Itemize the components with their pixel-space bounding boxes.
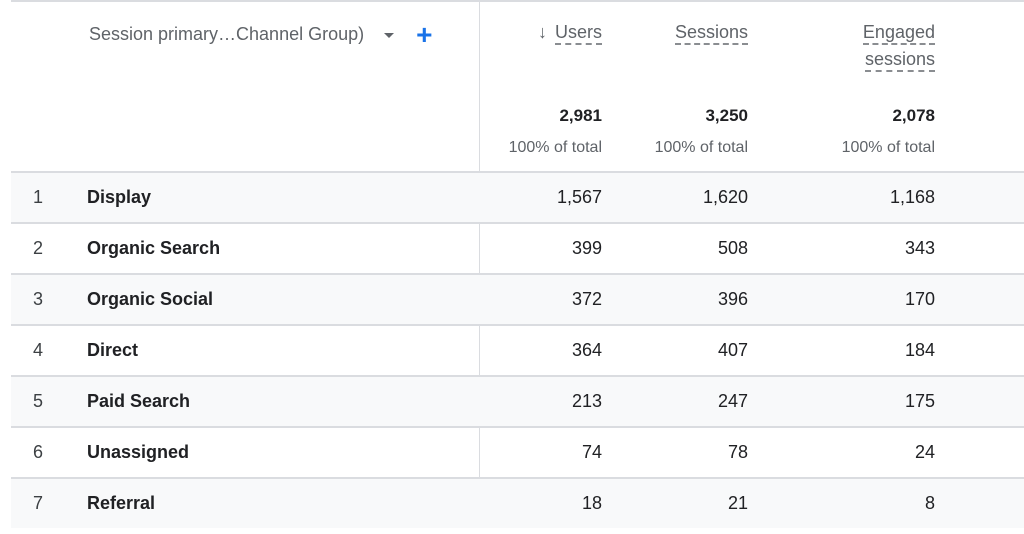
row-index: 2 <box>33 238 44 258</box>
users-value: 18 <box>581 493 602 513</box>
row-index: 5 <box>33 391 44 411</box>
table-row[interactable]: 4 Direct 364 407 184 <box>11 324 1024 375</box>
caret-down-icon[interactable] <box>384 33 395 38</box>
sessions-value: 247 <box>717 391 748 411</box>
engaged-sessions-value: 343 <box>904 238 935 258</box>
metric-percent-of-total: 100% of total <box>508 139 602 156</box>
metric-title[interactable]: Users <box>554 22 602 45</box>
users-value: 399 <box>571 238 602 258</box>
engaged-sessions-value: 175 <box>904 391 935 411</box>
table-body: 1 Display 1,567 1,620 1,168 2 Organic Se… <box>11 171 1024 528</box>
row-index: 3 <box>33 289 44 309</box>
users-value: 213 <box>571 391 602 411</box>
sessions-value: 508 <box>717 238 748 258</box>
table-row[interactable]: 3 Organic Social 372 396 170 <box>11 273 1024 324</box>
engaged-sessions-value: 170 <box>904 289 935 309</box>
metric-total: 2,981 <box>559 106 602 125</box>
sessions-value: 78 <box>727 442 748 462</box>
metric-percent-of-total: 100% of total <box>654 139 748 156</box>
metric-title[interactable]: Sessions <box>674 22 748 45</box>
channel-name[interactable]: Paid Search <box>87 377 190 426</box>
dimension-header[interactable]: Session primary…Channel Group) + <box>89 20 432 48</box>
channel-name[interactable]: Organic Social <box>87 275 213 324</box>
users-value: 1,567 <box>556 187 602 207</box>
metric-percent-of-total: 100% of total <box>841 139 935 156</box>
metric-title-line2[interactable]: sessions <box>864 49 935 72</box>
dimension-label[interactable]: Session primary…Channel Group) <box>89 24 364 45</box>
table-row[interactable]: 6 Unassigned 74 78 24 <box>11 426 1024 477</box>
row-index: 4 <box>33 340 44 360</box>
table-row[interactable]: 1 Display 1,567 1,620 1,168 <box>11 171 1024 222</box>
sessions-value: 396 <box>717 289 748 309</box>
metric-total: 2,078 <box>892 106 935 125</box>
channel-name[interactable]: Referral <box>87 479 155 528</box>
users-value: 364 <box>571 340 602 360</box>
users-value: 372 <box>571 289 602 309</box>
metric-header-sessions[interactable]: Sessions 3,250 100% of total <box>602 2 748 156</box>
channel-name[interactable]: Organic Search <box>87 224 220 273</box>
row-index: 7 <box>33 493 44 513</box>
engaged-sessions-value: 24 <box>914 442 935 462</box>
table-row[interactable]: 5 Paid Search 213 247 175 <box>11 375 1024 426</box>
sessions-value: 1,620 <box>702 187 748 207</box>
sessions-value: 21 <box>727 493 748 513</box>
engaged-sessions-value: 1,168 <box>889 187 935 207</box>
metric-title-line1[interactable]: Engaged <box>862 22 935 45</box>
channel-name[interactable]: Display <box>87 173 151 222</box>
data-table: Session primary…Channel Group) + ↓ Users … <box>11 0 1024 528</box>
table-header: Session primary…Channel Group) + ↓ Users … <box>11 2 1024 171</box>
users-value: 74 <box>581 442 602 462</box>
row-index: 6 <box>33 442 44 462</box>
sessions-value: 407 <box>717 340 748 360</box>
engaged-sessions-value: 8 <box>924 493 935 513</box>
row-index: 1 <box>33 187 44 207</box>
channel-name[interactable]: Unassigned <box>87 428 189 477</box>
metric-header-engaged-sessions[interactable]: Engaged sessions 2,078 100% of total <box>748 2 935 156</box>
table-row[interactable]: 2 Organic Search 399 508 343 <box>11 222 1024 273</box>
metric-header-users[interactable]: ↓ Users 2,981 100% of total <box>480 2 602 156</box>
metric-total: 3,250 <box>705 106 748 125</box>
table-row[interactable]: 7 Referral 18 21 8 <box>11 477 1024 528</box>
channel-name[interactable]: Direct <box>87 326 138 375</box>
arrow-down-icon[interactable]: ↓ <box>538 22 547 42</box>
engaged-sessions-value: 184 <box>904 340 935 360</box>
plus-icon[interactable]: + <box>416 20 432 48</box>
